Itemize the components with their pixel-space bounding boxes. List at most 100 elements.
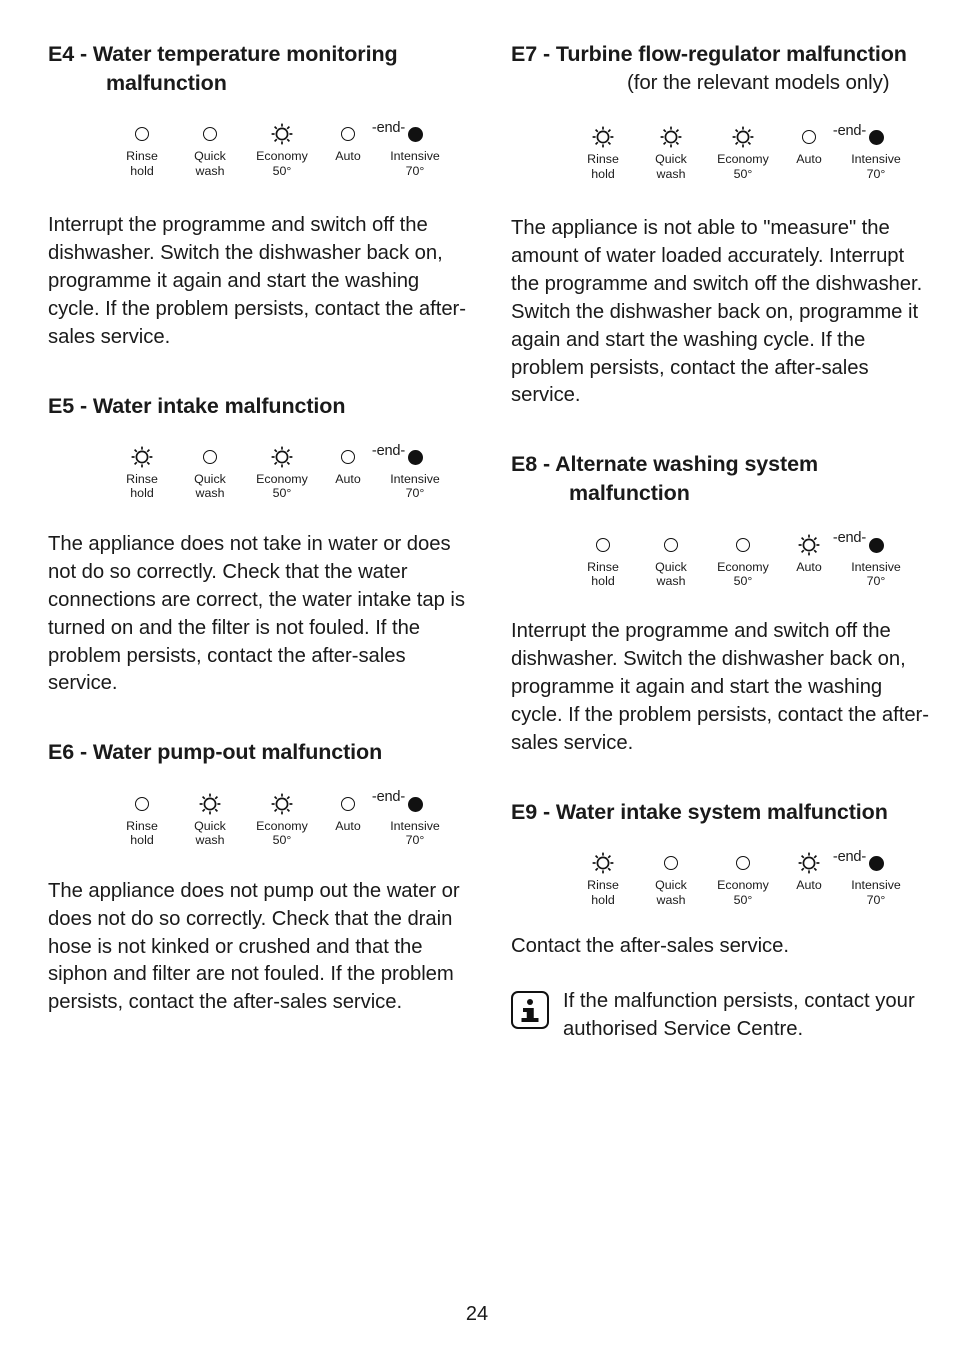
led-off-icon (337, 793, 359, 815)
led-glyph-row (660, 124, 682, 150)
led-indicator: Auto (781, 532, 837, 574)
led-glyph-row (131, 791, 153, 817)
led-off-icon (732, 534, 754, 556)
led-label: Economy 50° (256, 818, 308, 848)
led-indicator: Quick wash (176, 444, 244, 501)
led-indicator: Quick wash (637, 850, 705, 907)
led-label: Auto (796, 559, 822, 574)
led-label: Intensive 70° (851, 152, 901, 181)
led-glyph-row (732, 124, 754, 150)
led-indicator: Quick wash (637, 124, 705, 181)
led-indicator: -end- Intensive 70° (372, 121, 454, 178)
led-label: Auto (796, 878, 822, 893)
led-indicator: Economy 50° (244, 791, 320, 848)
info-icon-foot (521, 1017, 539, 1023)
led-glyph-row (660, 532, 682, 558)
led-on-icon (404, 446, 426, 468)
led-indicator: Rinse hold (569, 124, 637, 181)
led-label: Rinse hold (587, 152, 619, 181)
led-diagram-e7: Rinse hold Quick wash Economy 50° Auto -end-… (511, 124, 936, 181)
section-e9-heading: E9 - Water intake system malfunction (511, 799, 888, 824)
led-off-icon (660, 852, 682, 874)
led-off-icon (131, 123, 153, 145)
led-blinking-icon (271, 793, 293, 815)
section-e6: E6 - Water pump-out malfunction Rinse ho… (48, 738, 473, 1017)
led-on-icon (404, 793, 426, 815)
right-column: E7 - Turbine flow-regulator malfunction (… (511, 40, 936, 1044)
led-blinking-icon (660, 126, 682, 148)
led-indicator: -end- Intensive 70° (372, 790, 454, 848)
section-e8-body: Interrupt the programme and switch off t… (511, 620, 929, 754)
led-glyph-row: -end- (372, 121, 426, 147)
led-on-icon (865, 852, 887, 874)
led-label: Intensive 70° (390, 149, 440, 178)
led-glyph-row (271, 444, 293, 470)
led-label: Quick wash (194, 818, 226, 848)
led-indicator: Quick wash (176, 791, 244, 848)
led-glyph-row (271, 121, 293, 147)
led-glyph-row (798, 124, 820, 150)
led-indicator: Rinse hold (108, 444, 176, 501)
led-glyph-row (337, 444, 359, 470)
led-blinking-icon (271, 446, 293, 468)
led-label: Quick wash (655, 878, 687, 907)
led-indicator: -end- Intensive 70° (833, 850, 915, 907)
end-marker-label: -end- (832, 848, 866, 865)
led-diagram-e6: Rinse hold Quick wash Economy 50° Auto -end-… (48, 790, 473, 848)
end-marker-label: -end- (832, 530, 866, 547)
led-blinking-icon (592, 126, 614, 148)
section-e5-heading: E5 - Water intake malfunction (48, 393, 346, 418)
led-blinking-icon (271, 123, 293, 145)
led-blinking-icon (199, 793, 221, 815)
left-column: E4 - Water temperature monitoring malfun… (48, 40, 473, 1017)
led-blinking-icon (131, 446, 153, 468)
led-label: Quick wash (194, 472, 226, 501)
section-e7-subheading: (for the relevant models only) (627, 70, 890, 94)
led-indicator: Economy 50° (244, 121, 320, 178)
led-off-icon (732, 852, 754, 874)
led-label: Quick wash (655, 559, 687, 588)
led-glyph-row: -end- (372, 443, 426, 470)
led-label: Quick wash (194, 149, 226, 178)
section-e7: E7 - Turbine flow-regulator malfunction (… (511, 40, 936, 410)
led-indicator: Rinse hold (569, 850, 637, 907)
led-glyph-row (732, 850, 754, 876)
led-glyph-row (199, 121, 221, 147)
led-diagram-e9: Rinse hold Quick wash Economy 50° Auto -end-… (511, 850, 936, 907)
led-off-icon (798, 126, 820, 148)
led-label: Auto (335, 149, 361, 164)
section-e6-heading: E6 - Water pump-out malfunction (48, 740, 383, 765)
led-indicator: Rinse hold (108, 791, 176, 848)
led-indicator: Auto (320, 444, 376, 486)
led-label: Rinse hold (126, 472, 158, 501)
section-e7-heading-text: E7 - Turbine flow-regulator malfunction (511, 42, 907, 66)
led-glyph-row (798, 532, 820, 558)
manual-page: E4 - Water temperature monitoring malfun… (0, 0, 954, 1352)
led-glyph-row (798, 850, 820, 876)
led-diagram-e4: Rinse hold Quick wash Economy 50° Auto -end-… (48, 121, 473, 178)
led-blinking-icon (798, 534, 820, 556)
led-label: Intensive 70° (390, 472, 440, 501)
section-e6-body: The appliance does not pump out the wate… (48, 879, 460, 1014)
end-marker-label: -end- (832, 122, 866, 139)
info-icon (511, 991, 549, 1030)
led-off-icon (131, 793, 153, 815)
section-e8: E8 - Alternate washing system malfunctio… (511, 450, 936, 758)
led-indicator: Auto (781, 124, 837, 166)
led-glyph-row (592, 532, 614, 558)
led-label: Economy 50° (717, 559, 769, 588)
led-indicator: -end- Intensive 70° (372, 443, 454, 501)
section-e5: E5 - Water intake malfunction Rinse hold… (48, 392, 473, 699)
led-glyph-row (131, 121, 153, 147)
led-label: Rinse hold (126, 149, 158, 178)
led-label: Intensive 70° (390, 818, 440, 848)
led-glyph-row: -end- (833, 850, 887, 876)
section-e7-body: The appliance is not able to "measure" t… (511, 217, 923, 407)
led-label: Auto (335, 472, 361, 487)
page-number: 24 (465, 1303, 489, 1325)
end-marker-label: -end- (371, 119, 405, 136)
led-label: Auto (796, 152, 822, 167)
led-glyph-row: -end- (372, 790, 426, 817)
section-e4-heading: E4 - Water temperature monitoring malfun… (48, 42, 398, 95)
led-glyph-row: -end- (833, 124, 887, 150)
